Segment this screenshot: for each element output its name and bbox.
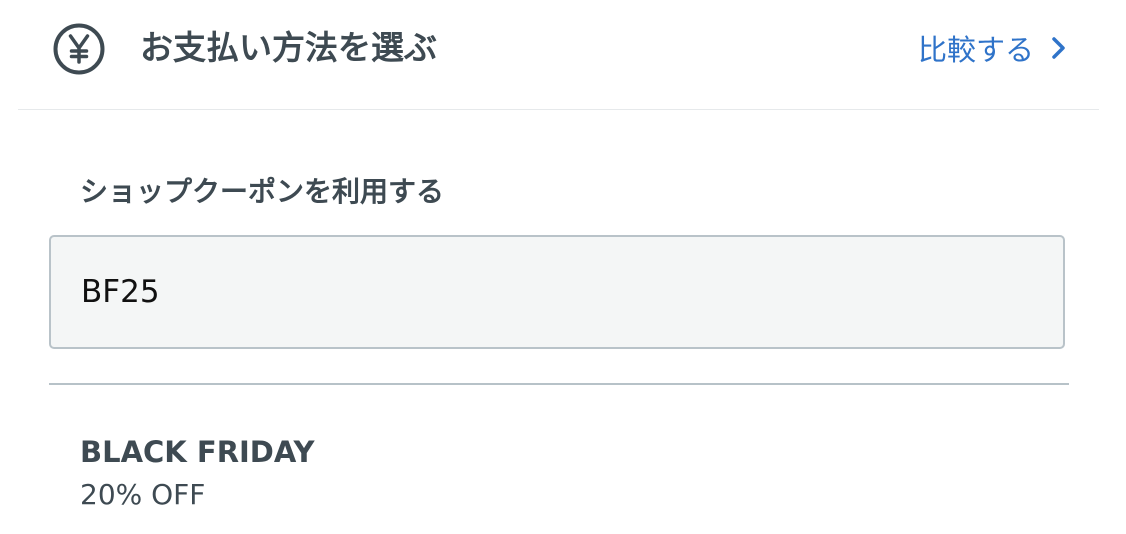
promo-discount: 20% OFF: [80, 478, 206, 511]
compare-link-label: 比較する: [917, 33, 1034, 67]
section-divider: [49, 383, 1069, 385]
page-title: お支払い方法を選ぶ: [140, 28, 437, 67]
coupon-label: ショップクーポンを利用する: [80, 175, 445, 208]
chevron-right-icon: [1052, 37, 1065, 59]
compare-link[interactable]: 比較する: [918, 26, 1068, 70]
promo-title: BLACK FRIDAY: [80, 435, 315, 469]
yen-icon: [53, 23, 105, 75]
coupon-code-input[interactable]: [49, 235, 1065, 349]
header-divider: [18, 109, 1099, 110]
payment-method-header: お支払い方法を選ぶ 比較する: [0, 0, 1126, 100]
